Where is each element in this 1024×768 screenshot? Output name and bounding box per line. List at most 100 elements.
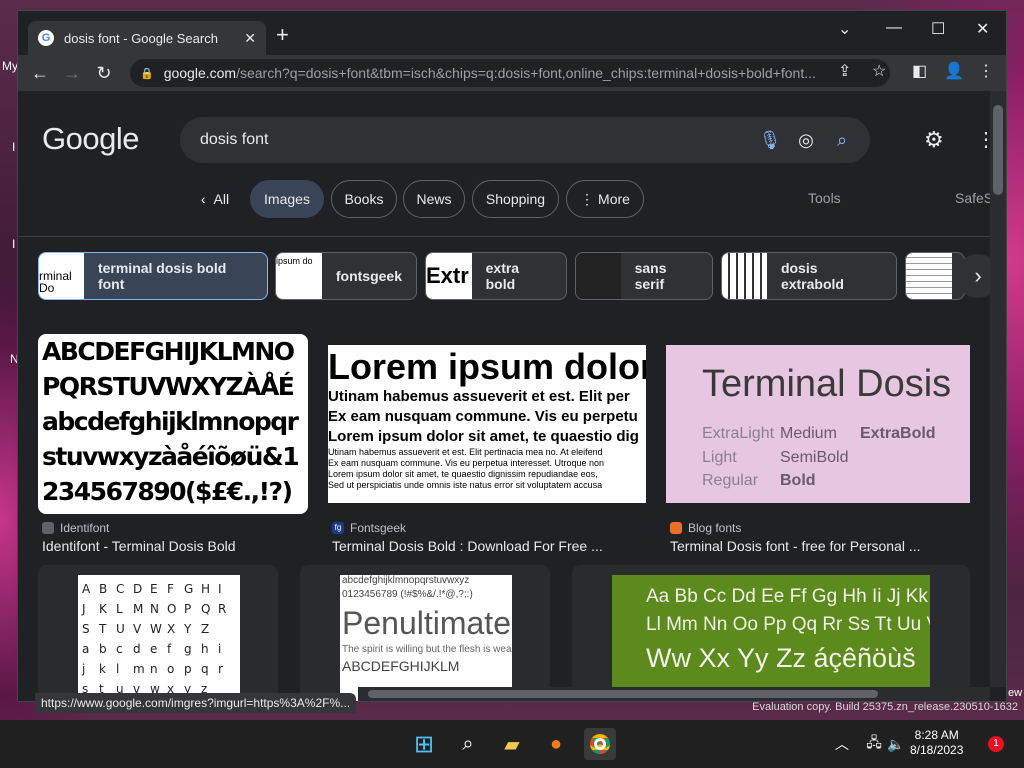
voice-search-icon[interactable]: 🎙 [752,130,788,151]
grid-cell: D [133,582,143,596]
date: 8/18/2023 [910,743,964,757]
result-card[interactable]: Aa Bb Cc Dd Ee Ff Gg Hh Ii Jj Kk Ll Mm N… [572,565,970,701]
result-image-identifont[interactable]: ABCDEFGHIJKLMNO PQRSTUVWXYZÀÅÉ abcdefghi… [38,334,308,514]
nav-tab-images[interactable]: Images [250,180,324,218]
page-content: Google dosis font 🎙 ◎ ⌕ ⚙ ⋮⋮ ‹All Images… [18,91,990,701]
specimen-line: Ex eam nusquam commune. Vis eu perpetua … [328,458,604,468]
search-input[interactable]: dosis font [200,131,752,149]
nav-tab-more[interactable]: ⋮ More [566,180,644,218]
grid-cell: N [150,602,159,616]
search-box[interactable]: dosis font 🎙 ◎ ⌕ [180,117,870,163]
start-windows-icon[interactable]: ⊞ [408,728,440,760]
nav-tab-books[interactable]: Books [331,180,397,218]
forward-icon[interactable]: → [56,63,88,84]
refine-chip-sans-serif[interactable]: sans serif [575,252,713,300]
result-image-alphabet-grid[interactable]: ABCDEFGHIJKLMNOPQRSTUVWXYZabcdefghijklmn… [78,575,240,701]
grid-cell: K [99,602,107,616]
nav-tab-all[interactable]: ‹ All [188,180,242,218]
result-title[interactable]: Terminal Dosis Bold : Download For Free … [332,538,603,554]
nav-tab-news[interactable]: News [403,180,465,218]
lock-icon[interactable]: 🔒 [140,67,154,80]
profile-icon[interactable]: 👤 [944,61,964,81]
specimen-line: ABCDEFGHIJKLM [342,658,460,674]
chip-label: fontsgeek [335,268,402,284]
specimen-line: Ww Xx Yy Zz áçêñöùš [646,643,916,673]
firefox-icon[interactable]: ● [540,728,572,760]
refine-chip-fontsgeek[interactable]: ipsum do fontsgeek [275,252,417,300]
tools-button[interactable]: Tools [808,190,841,206]
apps-grid-icon[interactable]: ⋮⋮ [976,127,990,152]
result-card[interactable]: ABCDEFGHIJKLMNOPQRSTUVWXYZabcdefghijklmn… [38,565,278,701]
notification-badge[interactable]: 1 [988,736,1004,752]
refine-chip-extra-bold[interactable]: Extr extra bold [425,252,567,300]
search-icon[interactable]: ⌕ [452,728,484,760]
result-card[interactable]: abcdefghijklmnopqrstuvwxyz 0123456789 (!… [300,565,550,701]
chip-thumbnail [576,253,621,299]
result-source[interactable]: Blog fonts [670,521,741,535]
horizontal-scrollbar[interactable] [358,687,990,701]
side-panel-icon[interactable]: ◧ [912,61,927,81]
grid-cell: S [82,622,90,636]
back-icon[interactable]: ← [24,63,56,84]
desktop-icon-label[interactable]: My [2,59,18,73]
weight-label: ExtraBold [860,425,936,442]
safesearch-button[interactable]: SafeS [955,190,990,206]
result-image-penultimate[interactable]: abcdefghijklmnopqrstuvwxyz 0123456789 (!… [340,575,512,701]
vertical-scrollbar[interactable] [990,91,1006,687]
refine-chip-terminal-dosis-bold-font[interactable]: rminal Do terminal dosis bold font [38,252,268,300]
result-source[interactable]: Identifont [42,521,109,535]
result-image-green-specimen[interactable]: Aa Bb Cc Dd Ee Ff Gg Hh Ii Jj Kk Ll Mm N… [612,575,930,701]
grid-cell: T [99,622,107,636]
specimen-line: Utinam habemus assueverit et est. Elit p… [328,388,630,405]
chrome-icon[interactable] [584,728,616,760]
chevron-up-icon[interactable]: ︿ [826,728,858,760]
specimen-line: 0123456789 (!#$%&/.!*@,?;:) [342,589,473,600]
new-tab-icon[interactable]: + [276,24,289,46]
menu-kebab-icon[interactable]: ⋮ [978,61,994,81]
scrollbar-thumb[interactable] [368,690,878,698]
result-source[interactable]: fg Fontsgeek [332,521,406,535]
desktop-icon-label[interactable]: I [12,237,15,251]
specimen-line: 234567890($£€.,!?) [42,477,293,506]
grid-cell: J [82,602,86,616]
clock[interactable]: 8:28 AM 8/18/2023 [910,728,963,758]
address-bar[interactable]: 🔒 google.com/search?q=dosis+font&tbm=isc… [130,59,890,87]
close-tab-icon[interactable]: ✕ [244,30,256,47]
minimize-icon[interactable]: — [886,19,902,37]
specimen-line: Lorem ipsum dolor sit amet, te quaestio … [328,428,639,445]
bookmark-star-icon[interactable]: ☆ [872,61,886,81]
weight-label: Light [702,449,737,466]
close-window-icon[interactable]: ✕ [976,19,989,39]
weight-label: Bold [780,472,816,489]
refine-chip-dosis-extrabold[interactable]: dosis extrabold [721,252,897,300]
file-explorer-icon[interactable]: ▰ [496,728,528,760]
grid-cell: U [116,622,125,636]
result-title[interactable]: Terminal Dosis font - free for Personal … [670,538,921,554]
search-icon[interactable]: ⌕ [824,130,860,151]
maximize-icon[interactable]: ☐ [931,19,945,39]
result-image-fontsgeek[interactable]: Lorem ipsum dolor s Utinam habemus assue… [328,345,646,503]
lens-icon[interactable]: ◎ [788,130,824,151]
tab-google-search[interactable]: G dosis font - Google Search ✕ [28,21,266,55]
scrollbar-thumb[interactable] [993,105,1003,195]
tab-title: dosis font - Google Search [64,30,218,46]
desktop-icon-label[interactable]: I [12,140,15,154]
grid-cell: g [184,642,192,656]
share-icon[interactable]: ⇪ [838,61,851,81]
more-dots-icon: ⋮ [580,190,595,207]
specimen-heading: Lorem ipsum dolor s [328,346,646,387]
volume-icon[interactable]: 🔈 [880,728,912,760]
grid-cell: X [167,622,176,636]
result-title[interactable]: Identifont - Terminal Dosis Bold [42,538,236,554]
grid-cell: Q [201,602,211,616]
grid-cell: O [167,602,177,616]
browser-toolbar: ← → ↻ 🔒 google.com/search?q=dosis+font&t… [18,55,1006,91]
grid-row: ABCDEFGHI [82,579,235,599]
taskbar: ⊞ ⌕ ▰ ● ︿ 🖧 🔈 8:28 AM 8/18/2023 1 [0,720,1024,768]
nav-tab-shopping[interactable]: Shopping [472,180,559,218]
settings-gear-icon[interactable]: ⚙ [924,127,944,153]
result-image-blog-fonts[interactable]: Terminal Dosis ExtraLight Medium ExtraBo… [666,345,970,503]
reload-icon[interactable]: ↻ [88,63,120,84]
tab-search-chevron-icon[interactable]: ⌄ [838,19,851,39]
google-logo[interactable]: Google [42,121,139,157]
